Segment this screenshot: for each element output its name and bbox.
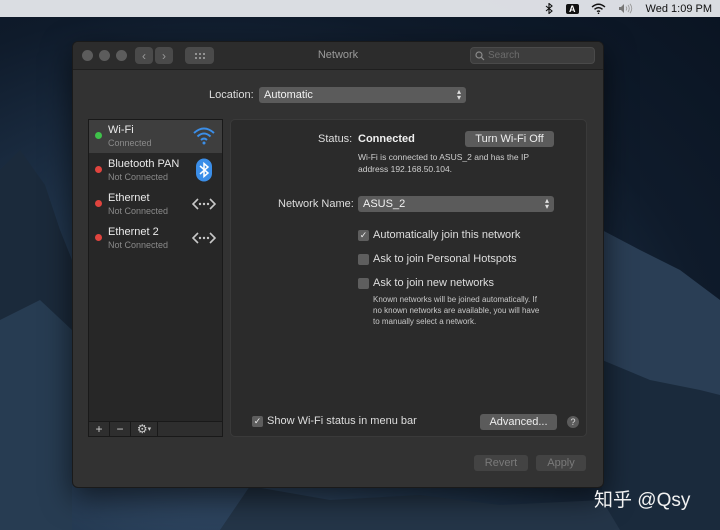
personal-hotspots-checkbox[interactable] xyxy=(358,254,369,265)
wifi-icon[interactable] xyxy=(591,3,606,14)
popup-arrows-icon: ▴ ▾ xyxy=(456,87,461,102)
help-button[interactable]: ? xyxy=(567,416,579,428)
remove-service-button[interactable]: − xyxy=(110,422,131,436)
location-value: Automatic xyxy=(264,89,313,101)
status-dot xyxy=(95,234,102,241)
service-name: Wi-Fi xyxy=(108,124,134,136)
auto-join-label: Automatically join this network xyxy=(373,229,521,241)
network-name-label: Network Name: xyxy=(278,198,354,210)
volume-icon[interactable] xyxy=(618,3,634,14)
join-note-line2: no known networks are available, you wil… xyxy=(373,306,540,315)
ask-new-networks-label: Ask to join new networks xyxy=(373,277,495,289)
location-popup[interactable]: Automatic ▴ ▾ xyxy=(259,87,466,103)
service-list-toolbar: + − ⚙ ▾ xyxy=(88,421,223,437)
advanced-button[interactable]: Advanced... xyxy=(480,414,557,430)
service-name: Ethernet xyxy=(108,192,150,204)
turn-wifi-off-button[interactable]: Turn Wi-Fi Off xyxy=(465,131,554,147)
menu-bar: A Wed 1:09 PM xyxy=(0,0,720,17)
service-status: Not Connected xyxy=(108,172,169,182)
keyboard-input-icon[interactable]: A xyxy=(566,3,579,14)
search-field[interactable] xyxy=(470,47,595,64)
show-wifi-status-checkbox[interactable]: ✓ xyxy=(252,416,263,427)
ask-new-networks-checkbox[interactable] xyxy=(358,278,369,289)
revert-button[interactable]: Revert xyxy=(474,455,528,471)
personal-hotspots-label: Ask to join Personal Hotspots xyxy=(373,253,517,265)
service-item-ethernet-2[interactable]: Ethernet 2 Not Connected xyxy=(89,222,222,255)
service-status: Not Connected xyxy=(108,240,169,250)
popup-arrows-icon: ▴ ▾ xyxy=(544,196,549,211)
service-list[interactable]: Wi-Fi Connected Bluetooth PAN Not Connec… xyxy=(88,119,223,437)
search-icon xyxy=(475,50,485,60)
service-name: Bluetooth PAN xyxy=(108,158,180,170)
service-item-ethernet[interactable]: Ethernet Not Connected xyxy=(89,188,222,221)
bluetooth-icon[interactable] xyxy=(545,3,554,14)
service-item-bluetooth-pan[interactable]: Bluetooth PAN Not Connected xyxy=(89,154,222,187)
service-status: Not Connected xyxy=(108,206,169,216)
service-name: Ethernet 2 xyxy=(108,226,159,238)
network-name-value: ASUS_2 xyxy=(363,198,406,210)
ethernet-icon xyxy=(192,198,216,210)
network-name-popup[interactable]: ASUS_2 ▴ ▾ xyxy=(358,196,554,212)
gear-icon: ⚙ xyxy=(136,422,148,436)
join-note-line3: to manually select a network. xyxy=(373,317,477,326)
status-label: Status: xyxy=(318,133,353,145)
show-wifi-status-label: Show Wi-Fi status in menu bar xyxy=(267,415,417,427)
apply-button[interactable]: Apply xyxy=(536,455,586,471)
service-item-wifi[interactable]: Wi-Fi Connected xyxy=(89,120,222,153)
window-titlebar: ‹ › Network xyxy=(73,42,603,70)
watermark: 知乎 @Qsy xyxy=(594,490,691,511)
chevron-down-icon: ▾ xyxy=(147,426,152,433)
add-service-button[interactable]: + xyxy=(89,422,110,436)
bluetooth-icon xyxy=(196,158,212,182)
service-action-menu-button[interactable]: ⚙ ▾ xyxy=(131,422,158,436)
search-input[interactable] xyxy=(485,50,588,61)
ethernet-icon xyxy=(192,232,216,244)
join-note: Known networks will be joined automatica… xyxy=(373,295,537,304)
status-dot xyxy=(95,200,102,207)
wifi-icon xyxy=(193,127,215,145)
status-description-ip: address 192.168.50.104. xyxy=(358,164,453,174)
location-label: Location: xyxy=(209,89,254,101)
menu-bar-clock[interactable]: Wed 1:09 PM xyxy=(646,3,712,15)
wifi-detail-panel: Status: Connected Turn Wi-Fi Off Wi-Fi i… xyxy=(230,119,587,437)
status-dot xyxy=(95,132,102,139)
status-description: Wi-Fi is connected to ASUS_2 and has the… xyxy=(358,152,530,162)
status-value: Connected xyxy=(358,133,415,145)
service-status: Connected xyxy=(108,138,152,148)
network-preferences-window: ‹ › Network Location: Automatic ▴▾ Wi-Fi… xyxy=(72,41,604,488)
status-dot xyxy=(95,166,102,173)
auto-join-checkbox[interactable]: ✓ xyxy=(358,230,369,241)
